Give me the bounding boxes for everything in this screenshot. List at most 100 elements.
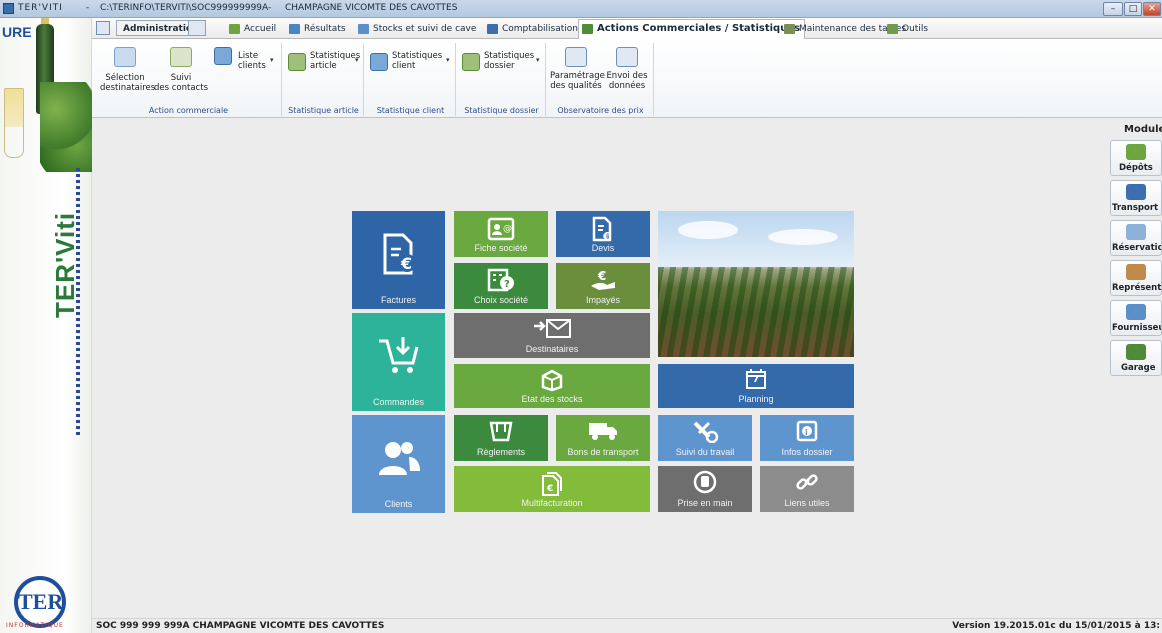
module-depots-button[interactable]: Dépôts [1110, 140, 1162, 176]
chevron-down-icon: ▾ [355, 56, 359, 64]
hand-stop-icon [693, 470, 717, 494]
window-icon[interactable] [96, 21, 110, 35]
group-action-commerciale: Sélection destinataires Suivi des contac… [96, 43, 282, 116]
svg-text:€: € [597, 269, 606, 283]
window-path: C:\TERINFO\TERVITI\SOC999999999A [100, 3, 269, 13]
tile-destinataires[interactable]: Destinataires [454, 313, 650, 358]
title-separator: - [268, 3, 272, 13]
home-icon [229, 24, 240, 34]
module-label: Dépôts [1119, 163, 1153, 173]
warehouse-icon [1126, 144, 1146, 160]
status-company: SOC 999 999 999A CHAMPAGNE VICOMTE DES C… [96, 621, 385, 631]
module-garage-button[interactable]: Garage [1110, 340, 1162, 376]
svg-text:?: ? [504, 279, 510, 290]
button-label: des qualités [550, 81, 602, 91]
ledger-icon [487, 24, 498, 34]
tab-stocks[interactable]: Stocks et suivi de cave [355, 21, 480, 37]
tile-planning[interactable]: 7 Planning [658, 364, 854, 408]
tile-commandes[interactable]: Commandes [352, 313, 445, 411]
bar-chart-icon [582, 24, 593, 34]
module-transport-button[interactable]: Transport [1110, 180, 1162, 216]
chevron-down-icon: ▾ [446, 56, 450, 64]
liste-clients-button[interactable]: Liste clients ▾ [214, 47, 278, 71]
statistiques-article-button[interactable]: Statistiques article ▾ [288, 51, 360, 71]
window-company: CHAMPAGNE VICOMTE DES CAVOTTES [285, 3, 458, 13]
clients-list-icon [214, 47, 232, 65]
tile-prise-en-main[interactable]: Prise en main [658, 466, 752, 512]
tab-comptabilisation[interactable]: Comptabilisation [484, 21, 582, 37]
tab-label: Résultats [304, 24, 346, 34]
group-label: Statistique dossier [464, 106, 539, 115]
contacts-icon [170, 47, 192, 67]
tile-bons-transport[interactable]: Bons de transport [556, 415, 650, 461]
tile-choix-societe[interactable]: ? Choix société [454, 263, 548, 309]
module-tab-strip: Administration Accueil Résultats Stocks … [92, 18, 1162, 39]
module-label: Réservation [1112, 243, 1161, 253]
selection-destinataires-button[interactable]: Sélection destinataires [100, 47, 156, 93]
tile-liens-utiles[interactable]: Liens utiles [760, 466, 854, 512]
tile-fiche-societe[interactable]: @ Fiche société [454, 211, 548, 257]
supplier-icon [1126, 304, 1146, 320]
dossier-chart-icon [462, 53, 480, 71]
tab-label: Actions Commerciales / Statistiques [597, 23, 801, 34]
statistiques-dossier-button[interactable]: Statistiques dossier ▾ [462, 51, 542, 71]
suivi-contacts-button[interactable]: Suivi des contacts [154, 47, 208, 93]
module-fournisseur-button[interactable]: Fournisseu [1110, 300, 1162, 336]
tab-actions-commerciales[interactable]: Actions Commerciales / Statistiques [578, 19, 806, 39]
tile-factures[interactable]: € Factures [352, 211, 445, 309]
button-label: Statistiques [484, 51, 535, 61]
tile-label: Planning [738, 394, 774, 404]
main-workspace: € Factures Commandes Clients @ Fiche soc… [92, 118, 1100, 618]
vine-rows-decoration [658, 267, 854, 357]
tools-wrench-icon [693, 421, 719, 443]
tile-impayes[interactable]: € Impayés [556, 263, 650, 309]
tile-etat-stocks[interactable]: Etat des stocks [454, 364, 650, 408]
left-brand-panel: URE TER'Viti TER INFORMATIQUE [0, 18, 92, 633]
module-reservation-button[interactable]: Réservation [1110, 220, 1162, 256]
tile-reglements[interactable]: Règlements [454, 415, 548, 461]
button-label: Paramétrage [550, 71, 605, 81]
svg-text:€: € [602, 230, 611, 242]
tile-clients[interactable]: Clients [352, 415, 445, 513]
tile-label: Devis [591, 243, 615, 253]
cloud-decoration [768, 229, 838, 245]
tab-label: Outils [902, 24, 929, 34]
tile-label: Liens utiles [784, 498, 830, 508]
parametrage-qualites-button[interactable]: Paramétrage des qualités [550, 47, 605, 91]
module-representant-button[interactable]: Représent [1110, 260, 1162, 296]
book-icon [1126, 224, 1146, 240]
tile-infos-dossier[interactable]: i Infos dossier [760, 415, 854, 461]
module-label: Transport [1112, 203, 1159, 213]
title-separator: - [86, 3, 90, 13]
button-label: Sélection [105, 73, 145, 83]
tile-suivi-travail[interactable]: Suivi du travail [658, 415, 752, 461]
tab-label: Accueil [244, 24, 277, 34]
group-statistique-dossier: Statistiques dossier ▾ Statistique dossi… [458, 43, 546, 116]
envoi-donnees-button[interactable]: Envoi des données [604, 47, 650, 91]
button-label: destinataires [100, 83, 156, 93]
contact-card-icon: @ [487, 217, 515, 241]
tile-label: Choix société [473, 295, 529, 305]
users-icon [378, 442, 420, 475]
tab-accueil[interactable]: Accueil [226, 21, 280, 37]
hand-euro-icon: € [591, 269, 615, 290]
list-icon [289, 24, 300, 34]
window-app-name: TER'VITI [18, 3, 63, 13]
close-button[interactable]: ✕ [1143, 2, 1161, 16]
truck-icon [1126, 184, 1146, 200]
maximize-button[interactable]: □ [1124, 2, 1142, 16]
minimize-button[interactable]: – [1103, 2, 1123, 16]
link-icon [796, 474, 818, 490]
calculator-icon[interactable] [188, 20, 206, 36]
statistiques-client-button[interactable]: Statistiques client ▾ [370, 51, 452, 71]
module-label: Fournisseu [1112, 323, 1162, 333]
tile-label: Factures [380, 295, 416, 305]
tab-resultats[interactable]: Résultats [286, 21, 350, 37]
tile-multifacturation[interactable]: € Multifacturation [454, 466, 650, 512]
recipients-icon [114, 47, 136, 67]
tile-devis[interactable]: € Devis [556, 211, 650, 257]
tile-label: Destinataires [525, 344, 579, 354]
module-label: Représent [1112, 283, 1162, 293]
tab-outils[interactable]: Outils [884, 21, 932, 37]
box-icon [541, 369, 563, 392]
